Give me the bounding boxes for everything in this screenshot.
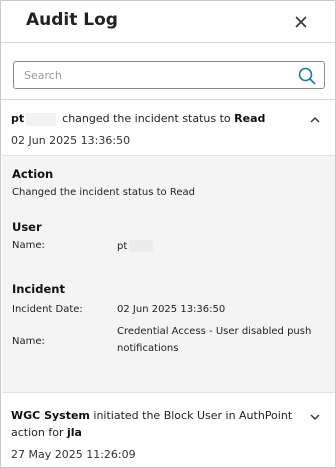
incident-name-label: Name: xyxy=(12,336,45,347)
entry-summary: WGC System initiated the Block User in A… xyxy=(11,409,292,422)
audit-log-panel: Audit Log pt changed the incident status … xyxy=(0,0,336,468)
redacted-block xyxy=(26,112,57,126)
audit-entry[interactable]: WGC System initiated the Block User in A… xyxy=(1,394,335,468)
incident-heading: Incident xyxy=(12,282,65,296)
panel-title: Audit Log xyxy=(26,10,118,30)
entry-actor: WGC System xyxy=(11,409,90,422)
entry-status: Read xyxy=(234,112,266,125)
action-heading: Action xyxy=(12,167,54,181)
search-box xyxy=(13,61,325,89)
entry-action: changed the incident status to xyxy=(62,112,231,125)
entry-summary-cont: action for jla xyxy=(11,426,82,439)
incident-date-label: Incident Date: xyxy=(12,304,83,315)
user-name-label: Name: xyxy=(12,240,45,251)
chevron-up-icon[interactable] xyxy=(308,112,322,126)
audit-entry[interactable]: pt changed the incident status to Read 02… xyxy=(1,100,335,155)
panel-header: Audit Log xyxy=(1,1,335,43)
search-input[interactable] xyxy=(24,66,284,84)
entry-action: initiated the Block User in AuthPoint xyxy=(93,409,293,422)
incident-date-value: 02 Jun 2025 13:36:50 xyxy=(117,304,226,315)
entry-summary: pt changed the incident status to Read xyxy=(11,112,265,126)
close-icon[interactable] xyxy=(290,11,312,33)
redacted-block xyxy=(129,240,154,252)
entry-timestamp: 27 May 2025 11:26:09 xyxy=(11,448,136,461)
entry-actor: pt xyxy=(11,112,25,125)
incident-name-value: Credential Access - User disabled push n… xyxy=(117,326,312,354)
action-value: Changed the incident status to Read xyxy=(12,187,195,198)
user-heading: User xyxy=(12,220,42,234)
entry-timestamp: 02 Jun 2025 13:36:50 xyxy=(11,134,131,147)
chevron-down-icon[interactable] xyxy=(308,409,322,423)
entry-details: Action Changed the incident status to Re… xyxy=(2,155,335,393)
search-icon[interactable] xyxy=(297,66,317,86)
user-name-value: pt xyxy=(117,241,128,252)
entry-target: jla xyxy=(66,426,82,439)
user-name-field: pt xyxy=(117,240,154,252)
entry-action-cont: action for xyxy=(11,426,64,439)
